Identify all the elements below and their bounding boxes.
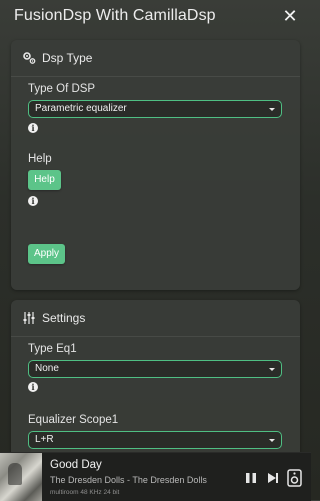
settings-title: Settings — [42, 311, 86, 325]
audio-quality: multiroom 48 KHz 24 bit — [50, 489, 120, 496]
equalizer-scope1-label: Equalizer Scope1 — [28, 414, 119, 426]
dsp-type-title: Dsp Type — [42, 51, 93, 65]
now-playing-bar[interactable]: Good Day The Dresden Dolls - The Dresden… — [0, 452, 311, 501]
window-title: FusionDsp With CamillaDsp — [14, 7, 216, 24]
type-of-dsp-label: Type Of DSP — [28, 83, 96, 95]
equalizer-scope1-select[interactable]: L+R — [28, 431, 282, 449]
song-title: Good Day — [50, 459, 102, 471]
gears-icon — [23, 52, 36, 64]
type-of-dsp-select[interactable]: Parametric equalizer — [28, 100, 282, 118]
help-button[interactable]: Help — [28, 170, 61, 190]
chevron-down-icon — [269, 108, 275, 111]
close-icon[interactable]: ✕ — [279, 5, 301, 27]
sliders-icon — [23, 312, 35, 324]
top-bar: FusionDsp With CamillaDsp ✕ — [0, 0, 311, 34]
info-icon[interactable]: i — [28, 123, 38, 133]
info-icon[interactable]: i — [28, 382, 38, 392]
speaker-icon[interactable] — [287, 469, 302, 487]
chevron-down-icon — [269, 439, 275, 442]
dsp-type-panel: Dsp Type Type Of DSP Parametric equalize… — [11, 40, 300, 290]
type-of-dsp-value: Parametric equalizer — [35, 103, 127, 114]
type-eq1-label: Type Eq1 — [28, 343, 77, 355]
chevron-down-icon — [269, 368, 275, 371]
dsp-type-header: Dsp Type — [11, 40, 300, 77]
next-icon[interactable] — [266, 471, 280, 485]
album-art[interactable] — [0, 453, 42, 501]
type-eq1-select[interactable]: None — [28, 360, 282, 378]
help-label: Help — [28, 153, 52, 165]
settings-panel: Settings Type Eq1 None i Equalizer Scope… — [11, 300, 300, 460]
info-icon[interactable]: i — [28, 196, 38, 206]
settings-header: Settings — [11, 300, 300, 337]
type-eq1-value: None — [35, 363, 59, 374]
pause-icon[interactable] — [244, 471, 258, 485]
equalizer-scope1-value: L+R — [35, 434, 54, 445]
apply-button[interactable]: Apply — [28, 244, 65, 264]
song-artist: The Dresden Dolls - The Dresden Dolls — [50, 475, 207, 485]
